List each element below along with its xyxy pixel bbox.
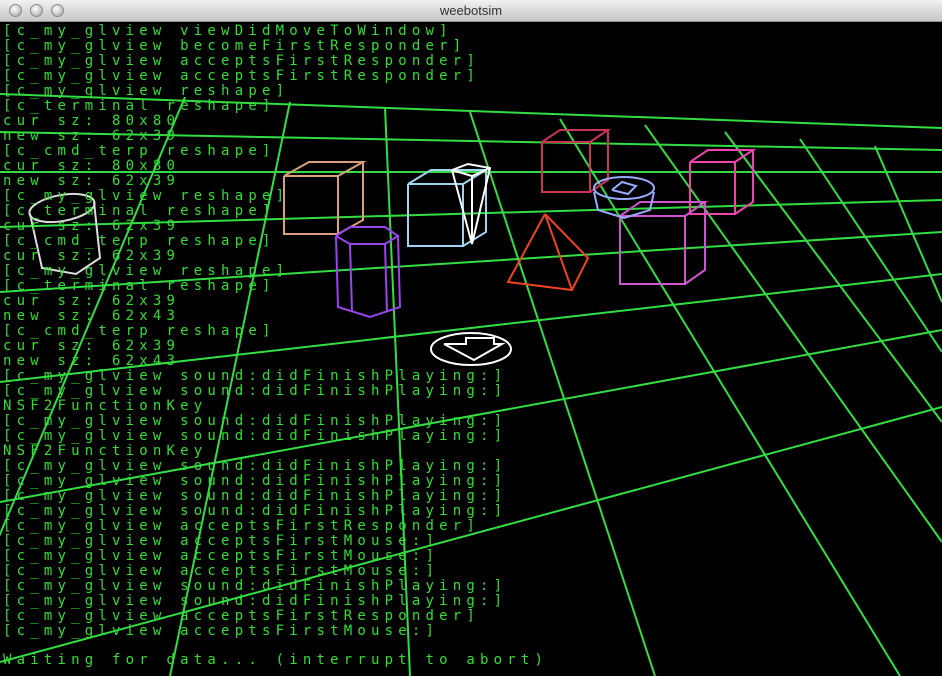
grid-line [0,406,942,663]
title-bar[interactable]: weebotsim [0,0,942,22]
white-cylinder [28,192,96,224]
terminal-prompt: Waiting for data... (interrupt to abort) [3,652,549,668]
grid-line [799,138,942,353]
grid-line [0,96,186,537]
white-disc-robot-edge [443,337,506,362]
grid-line [384,106,411,676]
purple-prism-edge [335,226,400,245]
tan-cube-edge [283,161,367,177]
app-window: weebotsim [c_my_glview viewDidMoveToWind… [0,0,942,676]
crimson-cube-edge [541,129,612,143]
white-cylinder-edge [29,201,102,276]
purple-prism-edge [384,243,388,313]
pink-cube-edge [689,149,757,163]
grid-line [0,93,942,129]
tan-cube-edge [283,175,339,235]
crimson-cube-edge [541,141,591,193]
3d-scene[interactable] [0,22,942,676]
grid-line [469,111,656,676]
gl-viewport[interactable]: [c_my_glview viewDidMoveToWindow] [c_my_g… [0,22,942,676]
blue-disc-robot-edge [611,180,638,196]
window-title: weebotsim [439,3,503,18]
grid-line [169,101,291,676]
scene-objects [28,129,757,366]
red-pyramid-edge [544,213,573,291]
grid-line [0,329,942,503]
purple-prism-edge [349,243,353,313]
